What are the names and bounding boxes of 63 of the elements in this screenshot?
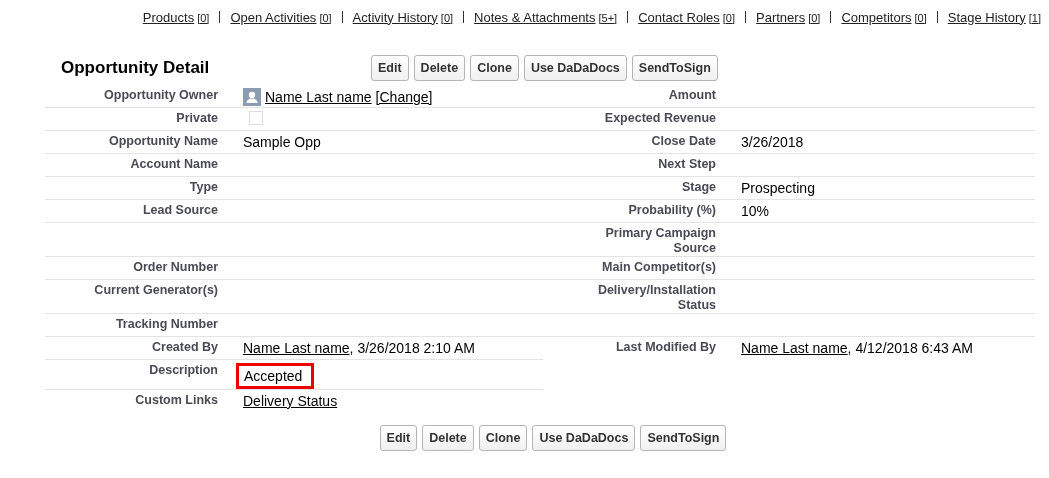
field-label: Delivery/Installation Status (596, 283, 716, 313)
action-button[interactable]: Delete (422, 425, 474, 451)
field-label: Opportunity Owner (103, 88, 218, 103)
related-list-link[interactable]: Partners (756, 9, 806, 25)
field-label: Description (148, 363, 218, 378)
field-value: 10% (741, 203, 770, 219)
field-label: Last Modified By (615, 340, 716, 355)
record-count[interactable]: [1] (1028, 11, 1041, 24)
related-list-link[interactable]: Activity History (352, 9, 438, 25)
field-label: Probability (%) (627, 203, 716, 218)
field-label: Main Competitor(s) (601, 260, 716, 275)
field-label: Custom Links (134, 393, 218, 408)
action-button[interactable]: Use DaDaDocs (532, 425, 636, 451)
field-label: Stage (680, 180, 716, 195)
field-label: Account Name (129, 157, 218, 172)
timestamp: , 3/26/2018 2:10 AM (349, 340, 475, 356)
action-button[interactable]: SendToSign (640, 425, 727, 451)
field-label: Expected Revenue (603, 111, 716, 126)
section-title: Opportunity Detail (61, 58, 211, 78)
field-label: Created By (151, 340, 218, 355)
record-count[interactable]: [0] (197, 11, 210, 24)
record-count[interactable]: [0] (808, 11, 821, 24)
action-button[interactable]: SendToSign (631, 55, 718, 81)
field-value: Sample Opp (243, 134, 321, 150)
related-list-link[interactable]: Notes & Attachments (474, 9, 596, 25)
field-value: 3/26/2018 (741, 134, 804, 150)
record-link[interactable]: Name Last name (243, 340, 350, 356)
field-label: Type (188, 180, 218, 195)
record-count[interactable]: [0] (914, 11, 927, 24)
action-button[interactable]: Use DaDaDocs (523, 55, 627, 81)
field-label: Private (175, 111, 218, 126)
related-list-link[interactable]: Open Activities (230, 9, 317, 25)
record-link[interactable]: Delivery Status (243, 393, 338, 409)
field-label: Amount (667, 88, 716, 103)
field-label: Close Date (650, 134, 716, 149)
private-checkbox[interactable] (249, 111, 263, 125)
record-count[interactable]: [0] (722, 11, 736, 24)
action-button[interactable]: Clone (470, 55, 519, 81)
related-list-link[interactable]: Stage History (947, 9, 1026, 25)
field-label: Primary Campaign Source (604, 226, 716, 256)
action-button[interactable]: Edit (379, 425, 418, 451)
field-label: Lead Source (141, 203, 218, 218)
change-link[interactable]: [Change] (375, 89, 433, 105)
owner-link[interactable]: Name Last name (265, 89, 372, 105)
user-avatar-icon (243, 88, 261, 106)
record-link[interactable]: Name Last name (741, 340, 848, 356)
field-label: Order Number (132, 260, 218, 275)
record-count[interactable]: [0] (440, 11, 454, 24)
field-label: Tracking Number (114, 317, 218, 332)
action-button[interactable]: Clone (478, 425, 528, 451)
related-list-link[interactable]: Products (142, 9, 195, 25)
record-count[interactable]: [5+] (598, 11, 618, 24)
action-button[interactable]: Delete (413, 55, 466, 81)
field-label: Opportunity Name (107, 134, 218, 149)
field-label: Next Step (657, 157, 716, 172)
related-list-link[interactable]: Contact Roles (638, 9, 720, 25)
field-label: Current Generator(s) (93, 283, 218, 298)
related-list-link[interactable]: Competitors (841, 9, 912, 25)
record-count[interactable]: [0] (319, 11, 332, 24)
field-value: Prospecting (741, 180, 815, 196)
action-button[interactable]: Edit (371, 55, 409, 81)
field-value: Accepted (236, 363, 315, 389)
timestamp: , 4/12/2018 6:43 AM (847, 340, 973, 356)
